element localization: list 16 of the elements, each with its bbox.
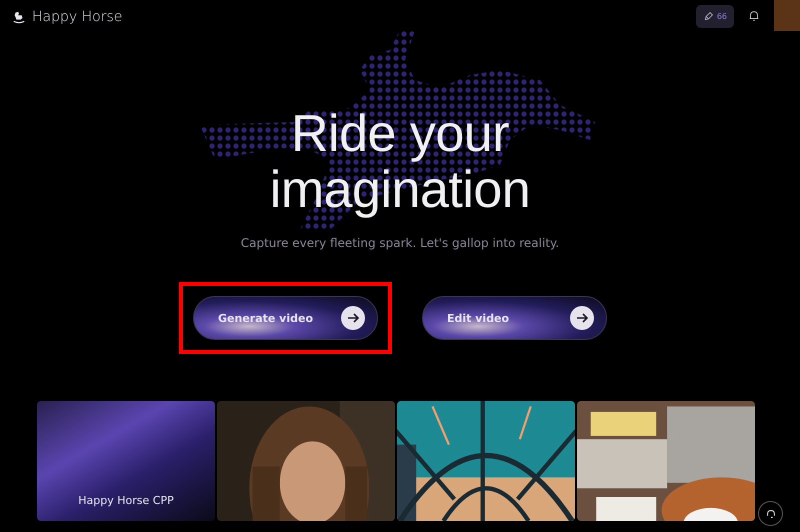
action-button[interactable]: Generate video (193, 296, 378, 340)
brand-name[interactable]: Happy Horse (32, 9, 122, 25)
headset-icon (764, 508, 776, 520)
notification-bell-icon[interactable] (748, 10, 760, 22)
rocking-horse-icon[interactable] (12, 10, 26, 24)
support-headset-button[interactable] (758, 501, 783, 526)
action-button[interactable]: Edit video (422, 296, 607, 340)
hero-title: Ride your (290, 106, 510, 162)
arrow-right-icon (341, 306, 365, 330)
promo-card[interactable]: Happy Horse CPP (37, 401, 215, 521)
hero-title: imagination (270, 162, 530, 218)
arrow-right-icon (570, 306, 594, 330)
card-caption: Happy Horse CPP (78, 494, 174, 507)
credits-badge[interactable]: 66 (696, 5, 734, 28)
hero-subtitle: Capture every fleeting spark. Let's gallop into reality. (240, 236, 560, 250)
pen-icon (702, 11, 714, 22)
